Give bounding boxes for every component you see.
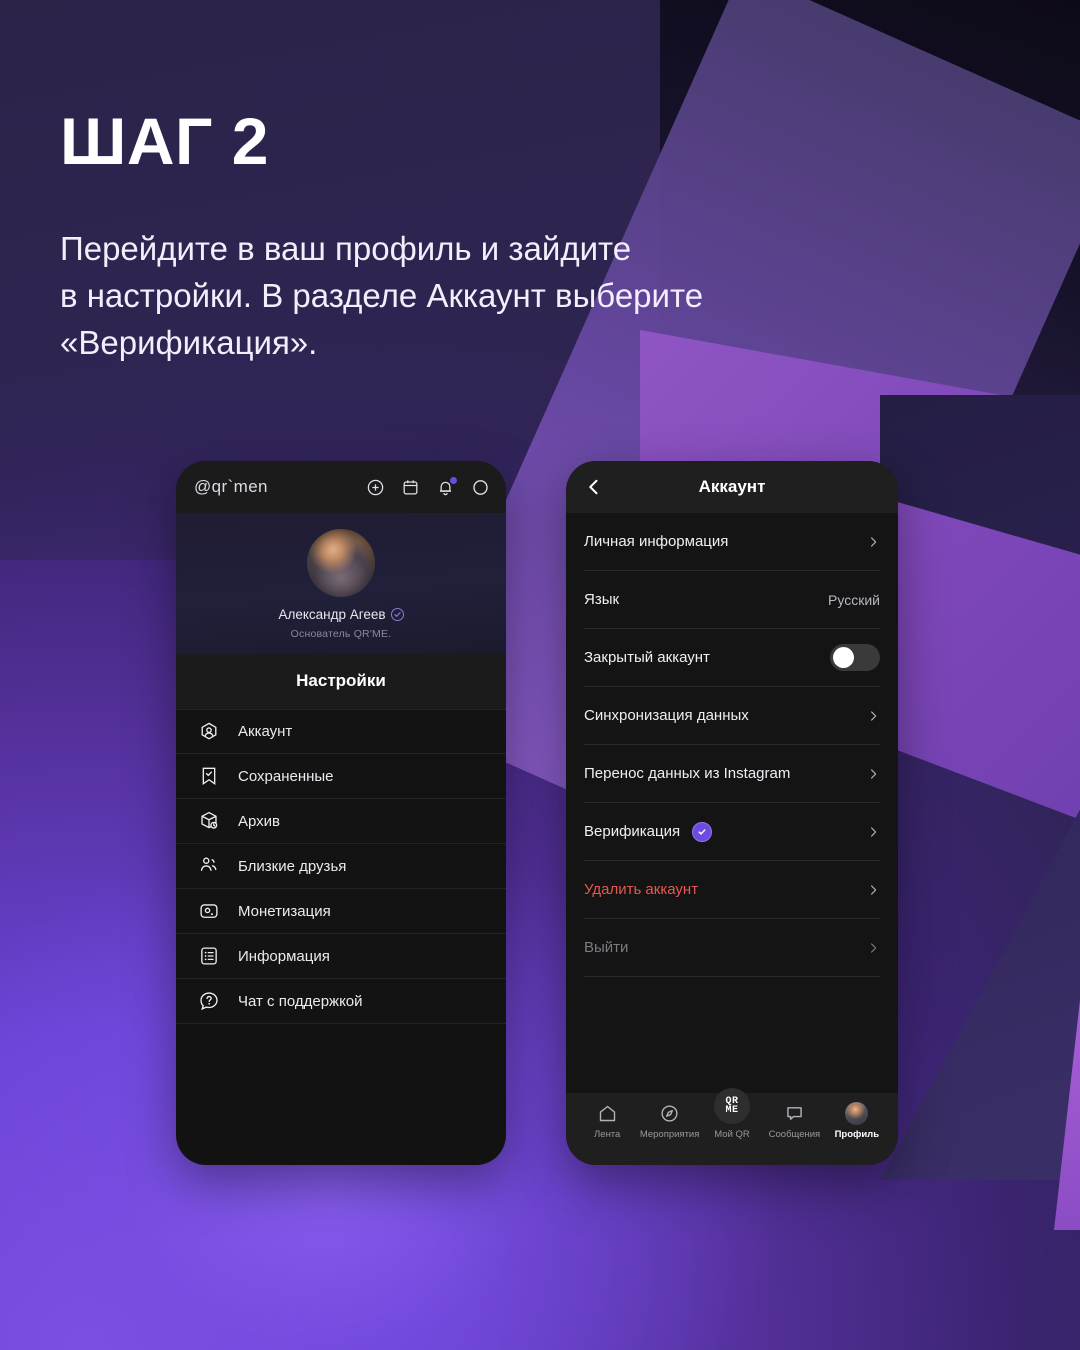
- chevron-right-icon: [867, 822, 880, 842]
- account-row-delete-account[interactable]: Удалить аккаунт: [584, 861, 880, 919]
- settings-item-label: Аккаунт: [238, 723, 293, 740]
- bookmark-check-icon: [198, 765, 220, 787]
- verified-check-icon: [692, 821, 713, 842]
- account-handle: @qr`men: [194, 477, 268, 496]
- row-label-group: Верификация: [584, 821, 713, 842]
- account-hex-icon: [198, 721, 220, 743]
- settings-item-label: Сохраненные: [238, 767, 334, 785]
- settings-item-close-friends[interactable]: Близкие друзья: [176, 844, 506, 889]
- row-label: Удалить аккаунт: [584, 881, 699, 898]
- calendar-icon[interactable]: [401, 478, 420, 497]
- profile-subtitle: Основатель QR'ME.: [290, 628, 392, 640]
- settings-item-saved[interactable]: Сохраненные: [176, 754, 506, 799]
- chevron-right-icon: [867, 706, 880, 726]
- settings-heading: Настройки: [176, 654, 506, 709]
- information-list-icon: [198, 945, 220, 967]
- settings-item-label: Архив: [238, 812, 281, 830]
- row-label: Перенос данных из Instagram: [584, 765, 791, 782]
- account-page-title: Аккаунт: [698, 477, 766, 496]
- settings-item-information[interactable]: Информация: [176, 934, 506, 979]
- profile-topbar: @qr`men: [176, 461, 506, 513]
- chevron-right-icon: [867, 880, 880, 900]
- settings-item-account[interactable]: Аккаунт: [176, 709, 506, 754]
- account-topbar: Аккаунт: [566, 461, 898, 513]
- profile-name-row: Александр Агеев: [176, 607, 506, 622]
- nav-item-messages[interactable]: Сообщения: [763, 1102, 825, 1140]
- account-settings-list: Личная информация Язык Русский Закрытый …: [566, 513, 898, 977]
- description-line-2: в настройки. В разделе Аккаунт выберите: [60, 276, 704, 314]
- bell-icon[interactable]: [436, 476, 457, 497]
- page-title: ШАГ 2: [60, 104, 269, 178]
- row-label: Выйти: [584, 939, 629, 956]
- slide-copy: ШАГ 2 Перейдите в ваш профиль и зайдите …: [60, 108, 900, 367]
- notification-dot: [450, 476, 457, 484]
- home-icon: [597, 1102, 618, 1124]
- compass-icon: [659, 1102, 680, 1124]
- row-label: Личная информация: [584, 533, 729, 550]
- account-row-instagram-import[interactable]: Перенос данных из Instagram: [584, 745, 880, 803]
- qr-logo-text: QR ME: [725, 1097, 739, 1116]
- settings-item-archive[interactable]: Архив: [176, 799, 506, 844]
- qr-logo-line2: ME: [725, 1105, 739, 1116]
- nav-item-feed[interactable]: Лента: [576, 1102, 638, 1140]
- nav-label: Лента: [594, 1129, 621, 1140]
- settings-item-monetization[interactable]: Монетизация: [176, 889, 506, 934]
- list-empty-space: [566, 977, 898, 1093]
- row-label: Верификация: [584, 823, 681, 840]
- profile-header: Александр Агеев Основатель QR'ME.: [176, 513, 506, 654]
- chevron-right-icon: [867, 938, 880, 958]
- chevron-right-icon: [867, 532, 880, 552]
- nav-label: Мероприятия: [639, 1129, 700, 1140]
- phone-mockup-profile: @qr`men Александр Агеев Основатель QR'ME…: [176, 461, 506, 1165]
- settings-item-support-chat[interactable]: Чат с поддержкой: [176, 979, 506, 1024]
- settings-item-label: Монетизация: [238, 902, 331, 920]
- avatar[interactable]: [307, 529, 375, 597]
- row-label: Закрытый аккаунт: [584, 649, 710, 666]
- profile-avatar-icon: [845, 1101, 869, 1125]
- chevron-right-icon: [867, 764, 880, 784]
- phone-mockup-account: Аккаунт Личная информация Язык Русский З…: [566, 461, 898, 1165]
- settings-item-label: Чат с поддержкой: [238, 992, 363, 1010]
- row-label: Язык: [584, 591, 620, 608]
- topbar-icon-group: [366, 476, 490, 497]
- account-row-private-account[interactable]: Закрытый аккаунт: [584, 629, 880, 687]
- nav-item-my-qr[interactable]: QR ME Мой QR: [701, 1088, 763, 1140]
- private-account-toggle[interactable]: [830, 644, 880, 671]
- nav-label: Профиль: [834, 1129, 880, 1140]
- nav-label: Мой QR: [714, 1129, 750, 1140]
- description-line-3: «Верификация».: [60, 323, 318, 361]
- monetization-icon: [198, 900, 220, 922]
- verified-badge-icon: [390, 608, 404, 621]
- slide-description: Перейдите в ваш профиль и зайдите в наст…: [60, 226, 900, 367]
- settings-menu-list: Аккаунт Сохраненные Архив Близкие друзья…: [176, 709, 506, 1024]
- plus-circle-icon[interactable]: [366, 478, 385, 497]
- nav-avatar: [845, 1101, 869, 1125]
- message-icon: [784, 1102, 805, 1124]
- archive-cube-icon: [198, 810, 220, 832]
- nav-label: Сообщения: [768, 1129, 821, 1140]
- account-row-data-sync[interactable]: Синхронизация данных: [584, 687, 880, 745]
- nav-item-events[interactable]: Мероприятия: [638, 1102, 700, 1140]
- support-chat-icon: [198, 990, 220, 1012]
- account-row-logout[interactable]: Выйти: [584, 919, 880, 977]
- description-line-1: Перейдите в ваш профиль и зайдите: [60, 230, 632, 267]
- account-row-language[interactable]: Язык Русский: [584, 571, 880, 629]
- settings-item-label: Близкие друзья: [238, 857, 347, 875]
- settings-item-label: Информация: [238, 947, 330, 965]
- close-friends-icon: [198, 855, 220, 877]
- camera-ring-icon[interactable]: [471, 478, 490, 497]
- account-row-personal-info[interactable]: Личная информация: [584, 513, 880, 571]
- nav-item-profile[interactable]: Профиль: [826, 1101, 888, 1140]
- profile-name: Александр Агеев: [278, 607, 386, 622]
- row-label: Синхронизация данных: [584, 707, 749, 724]
- bottom-navigation-bar: Лента Мероприятия QR ME Мой QR Сообщения…: [566, 1088, 898, 1165]
- account-row-verification[interactable]: Верификация: [584, 803, 880, 861]
- chevron-left-icon[interactable]: [584, 477, 604, 497]
- qrme-logo-icon: QR ME: [714, 1088, 751, 1124]
- toggle-knob: [833, 647, 854, 668]
- language-value: Русский: [828, 591, 880, 608]
